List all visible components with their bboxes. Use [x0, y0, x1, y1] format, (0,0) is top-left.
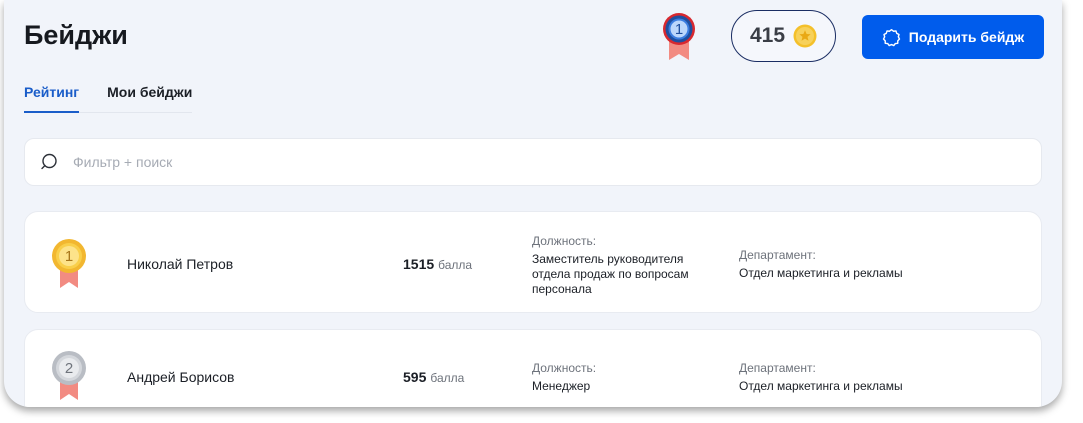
position-label: Должность: [532, 234, 597, 248]
points-value: 415 [749, 24, 786, 47]
position-value: Заместитель руководителя отдела продаж п… [532, 252, 689, 296]
gift-badge-label: Подарить бейдж [908, 29, 1025, 45]
coin-star-icon [793, 24, 817, 48]
employee-name: Николай Петров [127, 256, 234, 272]
tab-bar: Рейтинг Мои бейджи [24, 76, 193, 113]
score-unit: балла [438, 258, 473, 272]
tab-my-badges[interactable]: Мои бейджи [107, 76, 192, 112]
score-unit: балла [430, 371, 465, 385]
rank-number: 1 [65, 248, 73, 265]
medal-blue-icon: 1 [658, 12, 700, 62]
employee-score: 1515 балла [403, 256, 472, 272]
department-block: Департамент: Отдел маркетинга и рекламы [739, 247, 999, 281]
score-value: 1515 [403, 256, 435, 272]
user-rank-number: 1 [675, 21, 683, 38]
position-value: Менеджер [532, 379, 591, 393]
search-icon [39, 152, 59, 172]
department-value: Отдел маркетинга и рекламы [739, 266, 903, 280]
position-label: Должность: [532, 361, 597, 375]
score-value: 595 [403, 369, 427, 385]
app-window: Бейджи 1 415 Подарить бейдж Рейтинг Мои … [4, 0, 1062, 407]
search-box [24, 138, 1042, 186]
employee-name: Андрей Борисов [127, 369, 235, 385]
tab-rating[interactable]: Рейтинг [24, 76, 80, 113]
rating-row[interactable]: 1 Николай Петров 1515 балла Должность: За… [24, 211, 1042, 313]
department-block: Департамент: Отдел маркетинга и рекламы [739, 360, 999, 394]
department-label: Департамент: [739, 361, 816, 375]
page-title: Бейджи [24, 20, 128, 50]
badge-outline-icon [882, 28, 901, 47]
employee-score: 595 балла [403, 369, 464, 385]
department-label: Департамент: [739, 248, 816, 262]
medal-gold-icon: 1 [49, 238, 89, 290]
position-block: Должность: Заместитель руководителя отде… [532, 233, 712, 297]
gift-badge-button[interactable]: Подарить бейдж [862, 15, 1044, 59]
position-block: Должность: Менеджер [532, 360, 712, 394]
points-balance[interactable]: 415 [731, 10, 836, 62]
rating-row[interactable]: 2 Андрей Борисов 595 балла Должность: Мен… [24, 329, 1042, 407]
medal-silver-icon: 2 [49, 350, 89, 402]
rank-number: 2 [65, 360, 73, 377]
search-input[interactable] [73, 154, 973, 170]
department-value: Отдел маркетинга и рекламы [739, 379, 903, 393]
